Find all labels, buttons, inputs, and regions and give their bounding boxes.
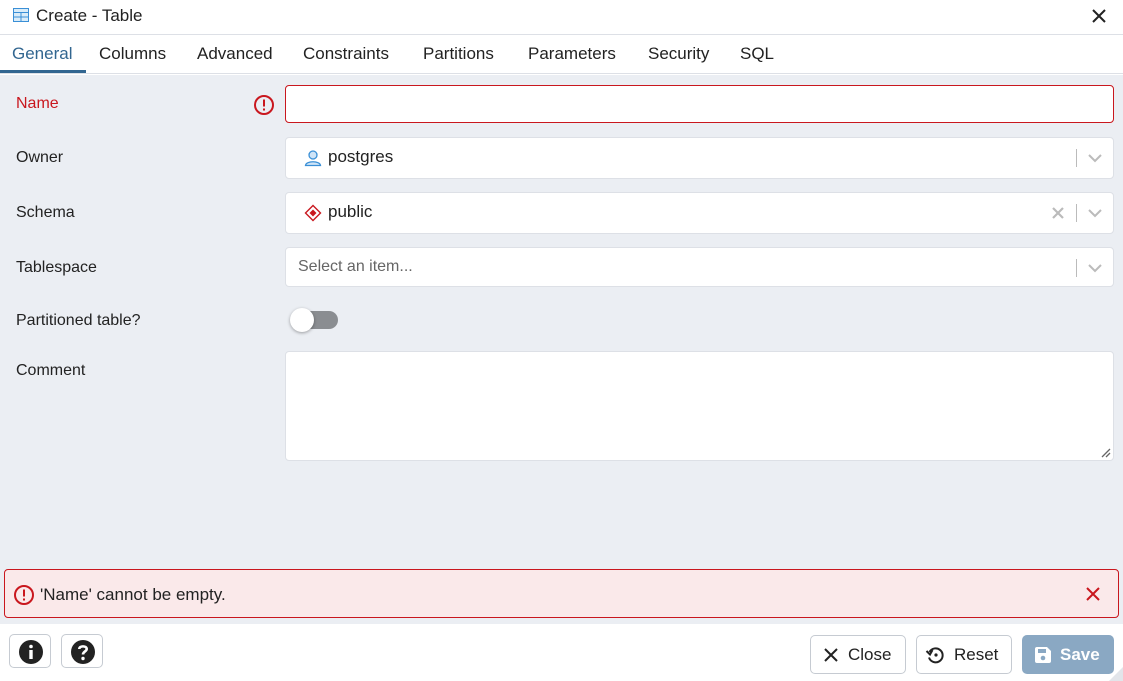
owner-select[interactable]: postgres xyxy=(285,137,1114,179)
tablespace-select[interactable]: Select an item... xyxy=(285,247,1114,287)
title-bar: Create - Table xyxy=(0,0,1123,35)
chevron-down-icon[interactable] xyxy=(1087,261,1103,275)
save-button-label: Save xyxy=(1060,645,1100,664)
reset-icon xyxy=(925,647,944,664)
schema-icon xyxy=(304,204,322,222)
save-icon xyxy=(1035,647,1051,663)
error-circle-icon xyxy=(14,585,34,605)
tab-constraints[interactable]: Constraints xyxy=(291,36,401,74)
chevron-down-icon[interactable] xyxy=(1087,206,1103,220)
info-icon xyxy=(19,640,43,664)
select-separator xyxy=(1076,259,1077,277)
reset-button[interactable]: Reset xyxy=(916,635,1012,674)
dialog-title: Create - Table xyxy=(36,6,143,25)
reset-button-label: Reset xyxy=(954,645,999,664)
close-button-label: Close xyxy=(848,645,892,664)
form-body: Name Owner postgres Schema public Tables… xyxy=(0,75,1123,624)
help-button[interactable] xyxy=(61,634,103,668)
schema-value: public xyxy=(328,202,373,221)
create-table-dialog: Create - Table General Columns Advanced … xyxy=(0,0,1123,681)
resize-handle-icon[interactable] xyxy=(1101,448,1111,458)
tablespace-label: Tablespace xyxy=(16,259,97,276)
tab-partitions[interactable]: Partitions xyxy=(411,36,506,74)
chevron-down-icon[interactable] xyxy=(1087,151,1103,165)
error-circle-icon xyxy=(254,95,274,115)
comment-textarea[interactable] xyxy=(285,351,1114,461)
tab-sql[interactable]: SQL xyxy=(728,36,786,74)
owner-value: postgres xyxy=(328,147,394,166)
partitioned-label: Partitioned table? xyxy=(16,312,141,329)
partitioned-toggle[interactable] xyxy=(290,308,338,332)
error-alert: 'Name' cannot be empty. xyxy=(4,569,1119,618)
name-label: Name xyxy=(16,95,59,112)
tab-general[interactable]: General xyxy=(0,36,84,74)
select-separator xyxy=(1076,204,1077,222)
schema-select[interactable]: public xyxy=(285,192,1114,234)
close-icon[interactable] xyxy=(1085,586,1101,602)
tab-columns[interactable]: Columns xyxy=(87,36,178,74)
tab-advanced[interactable]: Advanced xyxy=(185,36,285,74)
user-icon xyxy=(304,150,322,167)
tab-parameters[interactable]: Parameters xyxy=(516,36,628,74)
close-icon[interactable] xyxy=(1089,6,1109,26)
close-icon xyxy=(824,648,838,662)
tab-security[interactable]: Security xyxy=(636,36,721,74)
owner-label: Owner xyxy=(16,149,64,166)
active-tab-indicator xyxy=(0,70,86,73)
tablespace-placeholder: Select an item... xyxy=(298,258,413,275)
schema-label: Schema xyxy=(16,204,75,221)
tab-bar: General Columns Advanced Constraints Par… xyxy=(0,36,1123,74)
window-resize-grip[interactable] xyxy=(1109,667,1123,681)
toggle-knob xyxy=(290,308,314,332)
select-separator xyxy=(1076,149,1077,167)
close-button[interactable]: Close xyxy=(810,635,906,674)
footer: Close Reset Save xyxy=(0,624,1123,681)
help-icon xyxy=(71,640,95,664)
save-button[interactable]: Save xyxy=(1022,635,1114,674)
name-input[interactable] xyxy=(285,85,1114,123)
comment-label: Comment xyxy=(16,362,86,379)
alert-message: 'Name' cannot be empty. xyxy=(40,585,226,604)
clear-icon[interactable] xyxy=(1050,205,1066,221)
table-icon xyxy=(13,8,29,22)
info-button[interactable] xyxy=(9,634,51,668)
